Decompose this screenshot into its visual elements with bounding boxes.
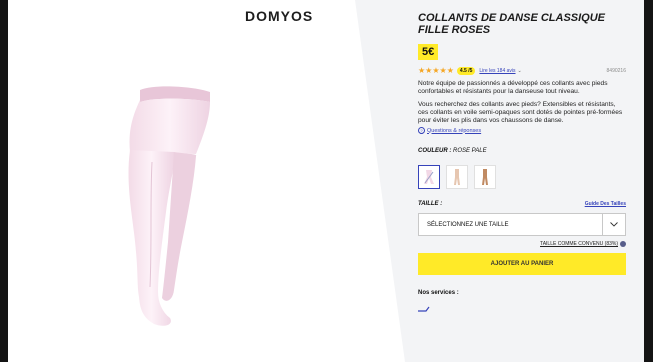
rating-stars-icon: ★★★★★ bbox=[418, 66, 454, 75]
color-swatch-rose-pale[interactable] bbox=[418, 165, 440, 189]
rating-row: ★★★★★ 4.5 /5 Lire les 184 avis ⌄ 8490216 bbox=[418, 66, 626, 75]
size-select[interactable]: SÉLECTIONNEZ UNE TAILLE bbox=[418, 213, 626, 236]
color-swatches bbox=[418, 165, 626, 189]
color-label: COULEUR : bbox=[418, 148, 452, 154]
product-detail-panel: COLLANTS DE DANSE CLASSIQUE FILLE ROSES … bbox=[418, 12, 626, 317]
swatch-tights-icon bbox=[424, 170, 434, 184]
qa-link-label: Questions & réponses bbox=[427, 127, 482, 134]
product-title: COLLANTS DE DANSE CLASSIQUE FILLE ROSES bbox=[418, 12, 606, 36]
size-fit-link[interactable]: TAILLE COMME CONVENU (83%) bbox=[540, 241, 618, 247]
size-label: TAILLE : bbox=[418, 201, 443, 207]
brand-logo[interactable]: DOMYOS bbox=[245, 8, 313, 24]
product-image-tights[interactable] bbox=[92, 72, 232, 332]
product-reference: 8490216 bbox=[606, 67, 626, 74]
qa-link[interactable]: ? Questions & réponses bbox=[418, 127, 626, 134]
description-paragraph-1: Notre équipe de passionnés a développé c… bbox=[418, 80, 608, 95]
color-row: COULEUR : ROSE PALE bbox=[418, 148, 626, 154]
info-icon[interactable] bbox=[620, 241, 626, 247]
chevron-down-icon[interactable] bbox=[602, 214, 625, 235]
color-swatch-caramel[interactable] bbox=[474, 165, 496, 189]
color-swatch-beige[interactable] bbox=[446, 165, 468, 189]
reviews-link[interactable]: Lire les 184 avis bbox=[479, 68, 515, 74]
chevron-down-icon[interactable]: ⌄ bbox=[518, 68, 522, 74]
frame-left bbox=[0, 0, 8, 362]
delivery-icon bbox=[418, 306, 430, 312]
price-badge: 5€ bbox=[418, 44, 439, 60]
size-select-value: SÉLECTIONNEZ UNE TAILLE bbox=[427, 221, 509, 228]
size-fit-row: TAILLE COMME CONVENU (83%) bbox=[418, 241, 626, 247]
swatch-tights-icon bbox=[482, 169, 488, 185]
size-guide-link[interactable]: Guide Des Tailles bbox=[585, 201, 626, 207]
question-icon: ? bbox=[418, 127, 425, 134]
size-header: TAILLE : Guide Des Tailles bbox=[418, 201, 626, 207]
services-label: Nos services : bbox=[418, 290, 459, 296]
description-paragraph-2: Vous recherchez des collants avec pieds?… bbox=[418, 101, 623, 124]
color-value: ROSE PALE bbox=[453, 148, 487, 154]
rating-badge: 4.5 /5 bbox=[456, 66, 476, 75]
add-to-cart-button[interactable]: AJOUTER AU PANIER bbox=[418, 253, 626, 275]
swatch-tights-icon bbox=[454, 169, 460, 185]
frame-right bbox=[644, 0, 653, 362]
